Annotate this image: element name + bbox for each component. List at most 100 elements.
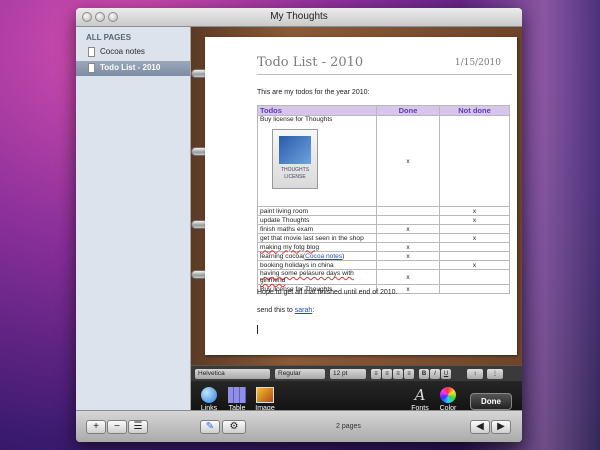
add-page-button[interactable]: + bbox=[86, 420, 106, 434]
not-done-cell[interactable]: x bbox=[439, 206, 510, 216]
font-select[interactable]: Helvetica bbox=[195, 369, 270, 379]
color-wheel-icon bbox=[440, 387, 456, 403]
bottom-bar: + − ☰ ✎ ⚙ 2 pages ◀ ▶ bbox=[76, 410, 522, 442]
table-cell[interactable]: Buy license for Thoughts THOUGHTS LICENS… bbox=[257, 115, 377, 207]
sarah-link[interactable]: sarah bbox=[295, 307, 313, 314]
task-cell[interactable]: having some pelasure days with girlfrien… bbox=[257, 269, 377, 285]
task-cell[interactable]: finish maths exam bbox=[257, 224, 377, 234]
column-header-todos: Todos bbox=[257, 105, 377, 116]
not-done-cell[interactable]: x bbox=[439, 215, 510, 225]
note-page[interactable]: Todo List - 2010 1/15/2010 This are my t… bbox=[205, 37, 517, 355]
fonts-icon: A bbox=[414, 386, 426, 404]
bold-button[interactable]: B bbox=[419, 369, 429, 379]
align-center-button[interactable]: ≡ bbox=[382, 369, 392, 379]
send-text: send this to bbox=[257, 307, 295, 314]
pencil-icon[interactable]: ✎ bbox=[200, 420, 220, 434]
next-page-button[interactable]: ▶ bbox=[491, 420, 511, 434]
not-done-cell[interactable] bbox=[439, 269, 510, 285]
done-cell[interactable]: x bbox=[376, 251, 440, 261]
font-select-value: Helvetica bbox=[198, 370, 225, 377]
task-cell[interactable]: get that movie last seen in the shop bbox=[257, 233, 377, 243]
task-cell[interactable]: update Thoughts bbox=[257, 215, 377, 225]
done-cell[interactable] bbox=[376, 233, 440, 243]
task-cell[interactable]: making my fotg blog bbox=[257, 242, 377, 252]
table-row[interactable]: learning cocoa(Cocoa notes) x bbox=[257, 251, 510, 261]
style-select-value: Regular bbox=[278, 370, 301, 377]
license-artwork bbox=[279, 136, 311, 164]
sidebar: ALL PAGES Cocoa notes Todo List - 2010 ⚲ bbox=[76, 27, 191, 426]
align-justify-button[interactable]: ≡ bbox=[404, 369, 414, 379]
task-text: ) bbox=[342, 252, 345, 260]
sidebar-item-todo-list[interactable]: Todo List - 2010 bbox=[76, 61, 190, 76]
table-row[interactable]: paint living room x bbox=[257, 206, 510, 216]
task-cell[interactable]: learning cocoa(Cocoa notes) bbox=[257, 251, 377, 261]
table-row[interactable]: update Thoughts x bbox=[257, 215, 510, 225]
not-done-cell[interactable] bbox=[439, 224, 510, 234]
cocoa-notes-link[interactable]: Cocoa notes bbox=[305, 253, 342, 260]
done-cell[interactable]: x bbox=[376, 242, 440, 252]
line-spacing-button[interactable]: ↕ bbox=[467, 369, 483, 379]
not-done-cell[interactable] bbox=[439, 251, 510, 261]
table-row[interactable]: having some pelasure days with girlfrien… bbox=[257, 269, 510, 285]
document-icon bbox=[88, 47, 95, 57]
size-select[interactable]: 12 pt bbox=[330, 369, 366, 379]
table-row[interactable]: making my fotg blog x bbox=[257, 242, 510, 252]
task-cell[interactable]: booking holidays in china bbox=[257, 260, 377, 270]
done-cell[interactable] bbox=[376, 206, 440, 216]
table-row[interactable]: Buy license for Thoughts THOUGHTS LICENS… bbox=[257, 115, 510, 207]
not-done-cell[interactable]: x bbox=[439, 233, 510, 243]
done-cell[interactable] bbox=[376, 215, 440, 225]
sidebar-item-label: Cocoa notes bbox=[100, 47, 145, 56]
sidebar-item-cocoa-notes[interactable]: Cocoa notes bbox=[76, 45, 190, 60]
not-done-cell[interactable] bbox=[439, 284, 510, 294]
intro-text[interactable]: This are my todos for the year 2010: bbox=[257, 89, 369, 96]
text-caret bbox=[257, 325, 258, 334]
column-header-done: Done bbox=[376, 105, 440, 116]
done-cell[interactable]: x bbox=[376, 115, 440, 207]
done-button[interactable]: Done bbox=[470, 393, 512, 410]
license-image[interactable]: THOUGHTS LICENSE bbox=[272, 129, 318, 189]
page-date: 1/15/2010 bbox=[454, 58, 501, 68]
page-title: Todo List - 2010 bbox=[257, 55, 364, 70]
format-bar: Helvetica Regular 12 pt ≡ ≡ ≡ ≡ B I U ↕ … bbox=[191, 365, 522, 381]
remove-page-button[interactable]: − bbox=[107, 420, 127, 434]
image-icon bbox=[256, 387, 274, 403]
outro-text[interactable]: Hope to get all that finished until end … bbox=[257, 289, 398, 296]
size-select-value: 12 pt bbox=[333, 370, 348, 377]
table-row[interactable]: get that movie last seen in the shop x bbox=[257, 233, 510, 243]
task-text: Buy license for Thoughts bbox=[260, 116, 333, 123]
link-icon bbox=[201, 387, 217, 403]
gear-icon[interactable]: ⚙ bbox=[222, 420, 246, 434]
align-left-button[interactable]: ≡ bbox=[371, 369, 381, 379]
done-cell[interactable]: x bbox=[376, 224, 440, 234]
list-view-button[interactable]: ☰ bbox=[128, 420, 148, 434]
done-cell[interactable]: x bbox=[376, 269, 440, 285]
task-text: having some pelasure days with girlfrien… bbox=[260, 270, 354, 284]
not-done-cell[interactable]: x bbox=[439, 260, 510, 270]
table-row[interactable]: booking holidays in china x bbox=[257, 260, 510, 270]
previous-page-button[interactable]: ◀ bbox=[470, 420, 490, 434]
not-done-cell[interactable] bbox=[439, 115, 510, 207]
done-cell[interactable] bbox=[376, 260, 440, 270]
notebook-binder: Todo List - 2010 1/15/2010 This are my t… bbox=[191, 27, 522, 421]
title-bar[interactable]: My Thoughts bbox=[76, 8, 522, 27]
sidebar-header: ALL PAGES bbox=[86, 33, 132, 42]
underline-button[interactable]: U bbox=[441, 369, 451, 379]
task-text: learning cocoa( bbox=[260, 252, 306, 260]
page-count: 2 pages bbox=[336, 423, 361, 430]
send-line[interactable]: send this to sarah: bbox=[257, 307, 314, 314]
document-icon bbox=[88, 63, 95, 73]
table-row[interactable]: finish maths exam x bbox=[257, 224, 510, 234]
style-select[interactable]: Regular bbox=[275, 369, 325, 379]
task-cell[interactable]: paint living room bbox=[257, 206, 377, 216]
app-window: My Thoughts ALL PAGES Cocoa notes Todo L… bbox=[76, 8, 522, 442]
license-image-label: THOUGHTS LICENSE bbox=[280, 167, 310, 180]
column-header-not-done: Not done bbox=[439, 105, 510, 116]
not-done-cell[interactable] bbox=[439, 242, 510, 252]
todo-table[interactable]: Todos Done Not done Buy license for Thou… bbox=[257, 105, 510, 294]
table-icon bbox=[228, 387, 246, 403]
align-right-button[interactable]: ≡ bbox=[393, 369, 403, 379]
list-button[interactable]: ⋮ bbox=[487, 369, 503, 379]
title-divider bbox=[257, 74, 512, 75]
italic-button[interactable]: I bbox=[430, 369, 440, 379]
